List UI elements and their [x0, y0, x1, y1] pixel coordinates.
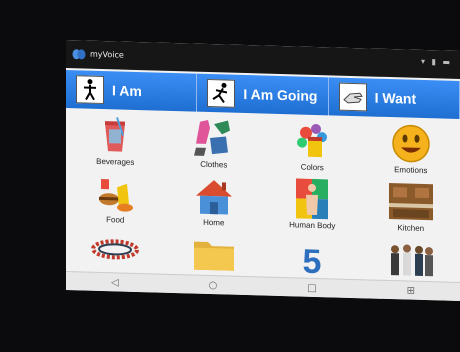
category-grid: Beverages Clothes Colors Emotions Food H…: [66, 112, 460, 283]
category-emotions[interactable]: Emotions: [362, 120, 460, 181]
category-home[interactable]: Home: [165, 173, 264, 234]
people-icon: [390, 244, 433, 277]
category-label: Kitchen: [397, 223, 425, 234]
category-label: Clothes: [200, 159, 228, 170]
tab-i-am-going[interactable]: I Am Going: [197, 73, 329, 116]
back-button[interactable]: ◁: [111, 277, 119, 288]
tab-i-want[interactable]: I Want: [328, 77, 460, 120]
category-colors[interactable]: Colors: [263, 118, 362, 179]
clothes-icon: [193, 119, 230, 156]
category-kitchen[interactable]: Kitchen: [362, 178, 460, 239]
tab-i-am[interactable]: I Am: [66, 70, 198, 112]
svg-text:5: 5: [303, 243, 322, 278]
colors-icon: [297, 123, 328, 158]
category-label: Home: [203, 217, 225, 228]
app-title: myVoice: [90, 49, 124, 60]
tablet-screen: myVoice ▾ ▮ ▬ I Am I Am Going I Want Bev…: [66, 40, 460, 302]
category-clothes[interactable]: Clothes: [165, 115, 264, 176]
beverage-icon: [105, 117, 126, 152]
number-icon: 5: [303, 243, 322, 278]
category-label: Beverages: [96, 156, 135, 167]
home-button[interactable]: ○: [209, 279, 218, 290]
house-icon: [195, 180, 232, 215]
category-label: Emotions: [394, 165, 428, 176]
bracelet-icon: [91, 239, 140, 260]
tab-label: I Want: [374, 89, 417, 107]
standing-person-icon: [76, 75, 104, 105]
category-label: Food: [106, 215, 125, 225]
status-icons: ▾ ▮ ▬: [420, 56, 452, 67]
running-person-icon: [207, 78, 236, 108]
category-label: Colors: [300, 162, 324, 173]
category-beverages[interactable]: Beverages: [66, 112, 165, 173]
recent-apps-button[interactable]: □: [307, 282, 316, 293]
kitchen-icon: [388, 183, 433, 221]
folder-icon: [193, 241, 234, 271]
grid-button[interactable]: ⊞: [407, 285, 415, 296]
hand-icon: [338, 82, 367, 112]
app-logo-icon: [72, 49, 86, 60]
category-food[interactable]: Food: [66, 170, 165, 231]
emotion-face-icon: [392, 124, 430, 163]
tab-label: I Am Going: [243, 85, 318, 105]
food-icon: [99, 178, 134, 212]
category-label: Human Body: [289, 220, 336, 231]
tab-label: I Am: [112, 82, 142, 100]
human-body-icon: [296, 178, 329, 220]
category-human-body[interactable]: Human Body: [263, 176, 362, 237]
